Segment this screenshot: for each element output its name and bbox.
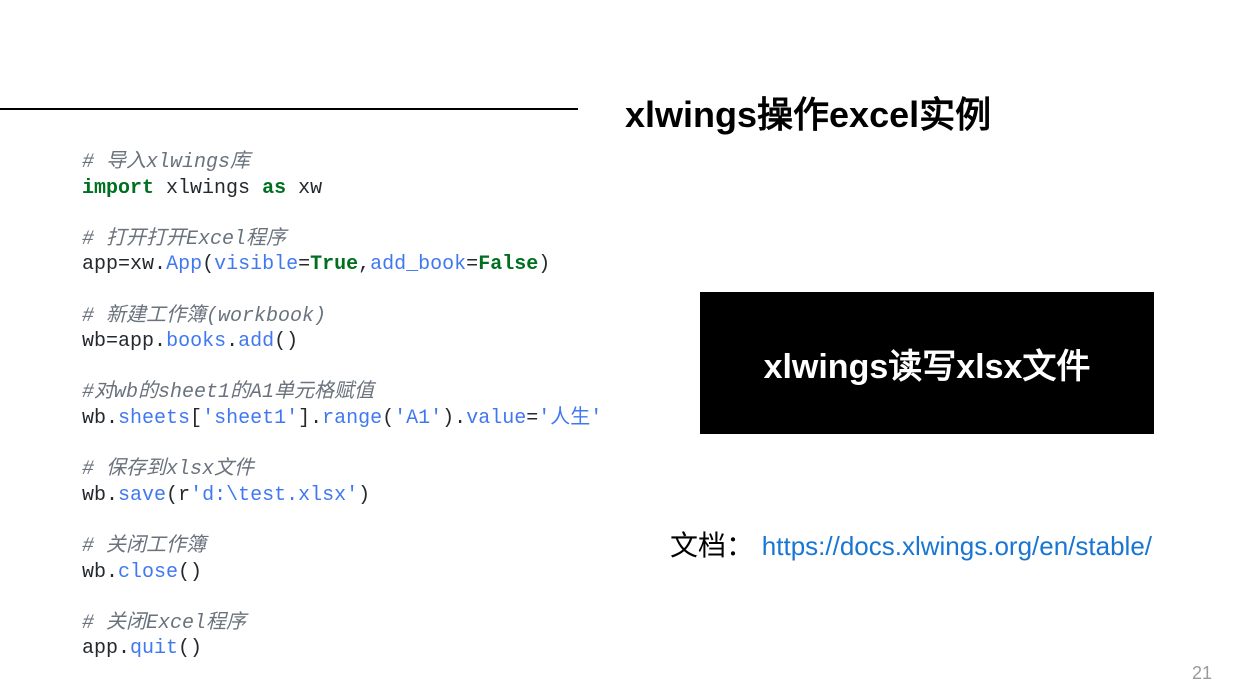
code-text: .: [154, 330, 166, 353]
code-text: wb: [82, 561, 106, 584]
code-string: 'A1': [394, 407, 442, 430]
code-attr: close: [118, 561, 178, 584]
code-keyword: import: [82, 177, 154, 200]
code-comment: # 关闭Excel程序: [82, 612, 246, 635]
code-attr: save: [118, 484, 166, 507]
code-literal: True: [310, 253, 358, 276]
page-number: 21: [1192, 663, 1212, 684]
code-text: =: [118, 253, 130, 276]
code-text: .: [106, 407, 118, 430]
code-text: xlwings: [166, 177, 250, 200]
code-comment: # 新建工作簿(workbook): [82, 305, 326, 328]
code-comment: # 导入xlwings库: [82, 151, 250, 174]
code-attr: books: [166, 330, 226, 353]
horizontal-rule: [0, 108, 578, 110]
code-attr: value: [466, 407, 526, 430]
code-attr: sheets: [118, 407, 190, 430]
code-text: =: [526, 407, 538, 430]
code-text: ): [442, 407, 454, 430]
code-text: (): [178, 561, 202, 584]
code-attr: add_book: [370, 253, 466, 276]
code-text: (): [274, 330, 298, 353]
doc-label: 文档：: [670, 530, 754, 561]
code-text: ): [358, 484, 370, 507]
code-text: xw: [298, 177, 322, 200]
code-attr: visible: [214, 253, 298, 276]
slide-title: xlwings操作excel实例: [625, 86, 991, 138]
code-text: .: [118, 637, 130, 660]
code-text: app: [82, 253, 118, 276]
code-attr: quit: [130, 637, 178, 660]
code-text: ): [538, 253, 550, 276]
code-text: app: [82, 637, 118, 660]
code-text: =: [106, 330, 118, 353]
code-text: =: [466, 253, 478, 276]
code-comment: # 保存到xlsx文件: [82, 458, 254, 481]
code-block: # 导入xlwings库 import xlwings as xw # 打开打开…: [82, 150, 602, 662]
code-comment: # 关闭工作簿: [82, 535, 206, 558]
code-text: .: [310, 407, 322, 430]
code-text: .: [454, 407, 466, 430]
code-text: wb: [82, 484, 106, 507]
code-text: [: [190, 407, 202, 430]
code-attr: range: [322, 407, 382, 430]
doc-line: 文档： https://docs.xlwings.org/en/stable/: [670, 524, 1152, 564]
code-text: (: [166, 484, 178, 507]
code-literal: False: [478, 253, 538, 276]
code-comment: # 打开打开Excel程序: [82, 228, 286, 251]
code-text: ]: [298, 407, 310, 430]
code-text: .: [226, 330, 238, 353]
code-string: '人生': [538, 407, 602, 430]
code-text: (: [202, 253, 214, 276]
code-text: (): [178, 637, 202, 660]
code-string: 'd:\test.xlsx': [190, 484, 358, 507]
code-text: ,: [358, 253, 370, 276]
code-keyword: as: [262, 177, 286, 200]
doc-link[interactable]: https://docs.xlwings.org/en/stable/: [762, 531, 1152, 561]
callout-box: xlwings读写xlsx文件: [700, 292, 1154, 434]
code-text: .: [154, 253, 166, 276]
code-text: wb: [82, 330, 106, 353]
code-text: app: [118, 330, 154, 353]
code-string: 'sheet1': [202, 407, 298, 430]
code-text: wb: [82, 407, 106, 430]
code-text: (: [382, 407, 394, 430]
code-attr: App: [166, 253, 202, 276]
code-text: =: [298, 253, 310, 276]
code-text: .: [106, 484, 118, 507]
code-text: xw: [130, 253, 154, 276]
code-attr: add: [238, 330, 274, 353]
code-text: .: [106, 561, 118, 584]
code-text: r: [178, 484, 190, 507]
callout-text: xlwings读写xlsx文件: [764, 339, 1091, 388]
code-comment: #对wb的sheet1的A1单元格赋值: [82, 381, 374, 404]
